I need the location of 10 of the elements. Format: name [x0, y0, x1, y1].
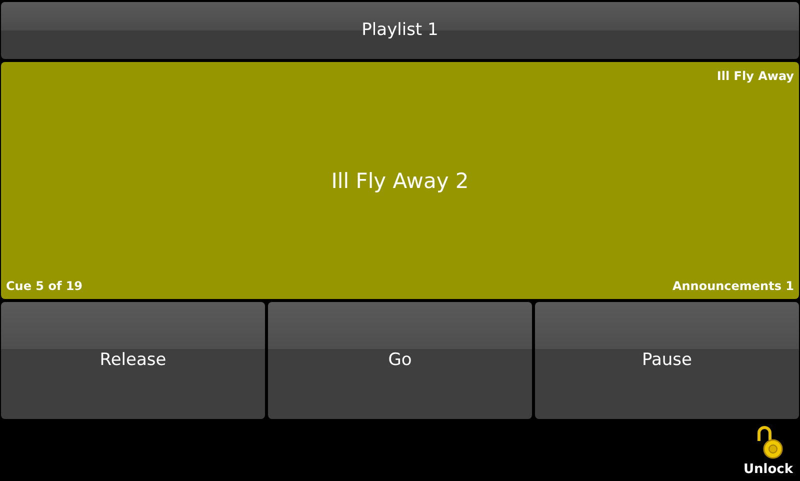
- cue-control-button[interactable]: Go: [268, 302, 532, 419]
- cue-list-label: Announcements 1: [672, 278, 794, 295]
- unlock-button[interactable]: Unlock: [743, 426, 793, 479]
- next-cue-label: Ill Fly Away: [716, 68, 794, 85]
- unlock-label: Unlock: [743, 460, 793, 478]
- cue-position: Cue 5 of 19: [6, 278, 83, 295]
- playlist-title-bar: Playlist 1: [1, 2, 799, 59]
- cue-control-button[interactable]: Pause: [535, 302, 799, 419]
- cue-name: Ill Fly Away 2: [330, 168, 470, 195]
- cue-control-button[interactable]: Release: [1, 302, 265, 419]
